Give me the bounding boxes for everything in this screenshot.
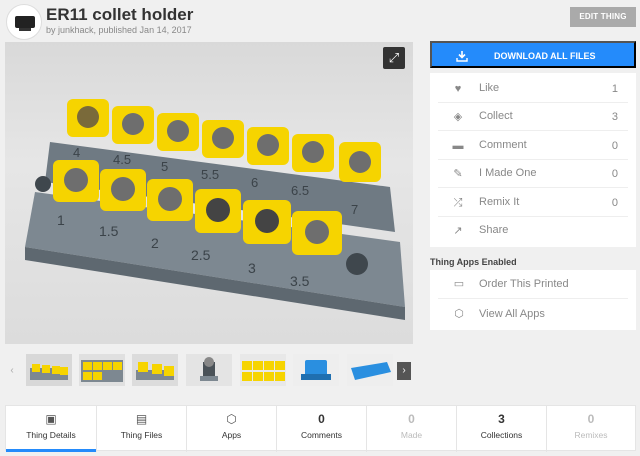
thumbnail-3-image — [132, 354, 178, 386]
avatar[interactable] — [6, 4, 42, 40]
byline[interactable]: by junkhack, published Jan 14, 2017 — [46, 25, 192, 35]
label-back-5: 6.5 — [291, 183, 309, 198]
main-image[interactable]: 4 4.5 5 5.5 6 6.5 7 1 1.5 2 2.5 3 3.5 — [5, 42, 413, 344]
tab-comments-count: 0 — [318, 412, 325, 426]
view-all-apps-label: View All Apps — [479, 308, 545, 320]
remix-count: 0 — [611, 197, 618, 209]
tab-remixes-label: Remixes — [574, 430, 608, 440]
collet-holder-photo: 4 4.5 5 5.5 6 6.5 7 1 1.5 2 2.5 3 3.5 — [25, 99, 405, 320]
label-back-6: 7 — [351, 202, 358, 217]
thumbnail-1[interactable] — [26, 354, 72, 386]
label-back-4: 6 — [251, 175, 258, 190]
tab-apps-label: Apps — [221, 430, 242, 440]
tab-made[interactable]: 0 Made — [367, 406, 456, 452]
comment-count: 0 — [611, 140, 618, 152]
thumbnail-3[interactable] — [132, 354, 178, 386]
collect-label: Collect — [479, 110, 513, 122]
label-back-1: 4.5 — [113, 152, 131, 167]
order-printed-label: Order This Printed — [479, 278, 569, 290]
tab-apps[interactable]: ⬡ Apps — [187, 406, 276, 452]
made-one-icon: ✎ — [453, 168, 463, 180]
label-front-4: 3 — [248, 260, 256, 276]
tab-thing-details[interactable]: ▣ Thing Details — [6, 406, 96, 452]
printer-icon: ▭ — [453, 278, 465, 290]
share-label: Share — [479, 224, 509, 236]
label-front-3: 2.5 — [191, 247, 211, 263]
thumbnail-7-image — [347, 354, 393, 386]
cube-icon: ⬡ — [226, 412, 237, 426]
thumbnail-6-image — [293, 354, 339, 386]
apps-heading: Thing Apps Enabled — [430, 257, 517, 267]
label-front-1: 1.5 — [99, 223, 119, 239]
tab-thing-files-label: Thing Files — [120, 430, 163, 440]
collect-icon: ◈ — [453, 111, 463, 123]
like-label: Like — [479, 82, 500, 94]
folder-icon: ▤ — [135, 412, 148, 426]
thumbnail-5-image — [240, 354, 286, 386]
tab-thing-files[interactable]: ▤ Thing Files — [97, 406, 186, 452]
mount-hole-right — [346, 253, 368, 275]
share-row[interactable]: ↗ Share — [438, 217, 628, 245]
thumbnail-2-image — [79, 354, 125, 386]
mount-hole-left — [35, 176, 51, 192]
tab-made-count: 0 — [408, 412, 415, 426]
tab-comments-label: Comments — [300, 430, 343, 440]
expand-icon[interactable]: ⤢ — [383, 47, 405, 69]
avatar-device-image — [15, 16, 35, 31]
thumbnail-6[interactable] — [293, 354, 339, 386]
download-label: DOWNLOAD ALL FILES — [494, 51, 596, 61]
apps-panel: ▭ Order This Printed ⬡ View All Apps — [430, 270, 636, 330]
cube-icon: ⬡ — [454, 308, 464, 320]
stats-panel: ♥ Like 1 ◈ Collect 3 ▬ Comment 0 ✎ I Mad… — [430, 73, 636, 247]
tab-comments[interactable]: 0 Comments — [277, 406, 366, 452]
label-front-5: 3.5 — [290, 273, 310, 289]
thumbnail-1-image — [26, 354, 72, 386]
remix-icon: ⤮ — [453, 197, 463, 209]
tab-collections[interactable]: 3 Collections — [457, 406, 546, 452]
remix-row[interactable]: ⤮ Remix It 0 — [438, 189, 628, 217]
tab-collections-count: 3 — [498, 412, 505, 426]
tab-remixes-count: 0 — [587, 412, 595, 426]
order-printed-row[interactable]: ▭ Order This Printed — [438, 270, 628, 299]
thumbnail-4-image — [186, 354, 232, 386]
download-all-files-button[interactable]: DOWNLOAD ALL FILES — [430, 41, 636, 68]
thumbnail-5[interactable] — [240, 354, 286, 386]
comment-row[interactable]: ▬ Comment 0 — [438, 132, 628, 160]
edit-thing-button[interactable]: EDIT THING — [570, 7, 636, 27]
details-icon: ▣ — [45, 412, 57, 426]
thumbnail-7[interactable] — [347, 354, 393, 386]
thumbnail-4[interactable] — [186, 354, 232, 386]
label-front-0: 1 — [57, 212, 65, 228]
chevron-left-icon[interactable]: ‹ — [5, 362, 19, 380]
made-one-count: 0 — [611, 168, 618, 180]
tab-bar: ▣ Thing Details ▤ Thing Files ⬡ Apps 0 C… — [5, 405, 636, 452]
view-all-apps-row[interactable]: ⬡ View All Apps — [438, 300, 628, 329]
page-title: ER11 collet holder — [46, 5, 194, 24]
remix-label: Remix It — [479, 196, 520, 208]
tab-thing-details-label: Thing Details — [26, 430, 76, 440]
thumbnail-2[interactable] — [79, 354, 125, 386]
made-one-row[interactable]: ✎ I Made One 0 — [438, 160, 628, 188]
like-count: 1 — [611, 83, 618, 95]
tab-remixes[interactable]: 0 Remixes — [547, 406, 635, 452]
heart-icon: ♥ — [454, 83, 462, 95]
chevron-right-icon[interactable]: › — [397, 362, 411, 380]
comment-icon: ▬ — [452, 140, 464, 152]
like-row[interactable]: ♥ Like 1 — [438, 75, 628, 103]
share-icon: ↗ — [453, 225, 463, 237]
collect-row[interactable]: ◈ Collect 3 — [438, 103, 628, 131]
label-back-0: 4 — [73, 145, 80, 160]
label-front-2: 2 — [151, 235, 159, 251]
label-back-3: 5.5 — [201, 167, 219, 182]
comment-label: Comment — [479, 139, 527, 151]
tab-made-label: Made — [400, 430, 423, 440]
collect-count: 3 — [611, 111, 618, 123]
made-one-label: I Made One — [479, 167, 537, 179]
download-icon — [456, 51, 468, 62]
label-back-2: 5 — [161, 159, 168, 174]
tab-collections-label: Collections — [480, 430, 523, 440]
